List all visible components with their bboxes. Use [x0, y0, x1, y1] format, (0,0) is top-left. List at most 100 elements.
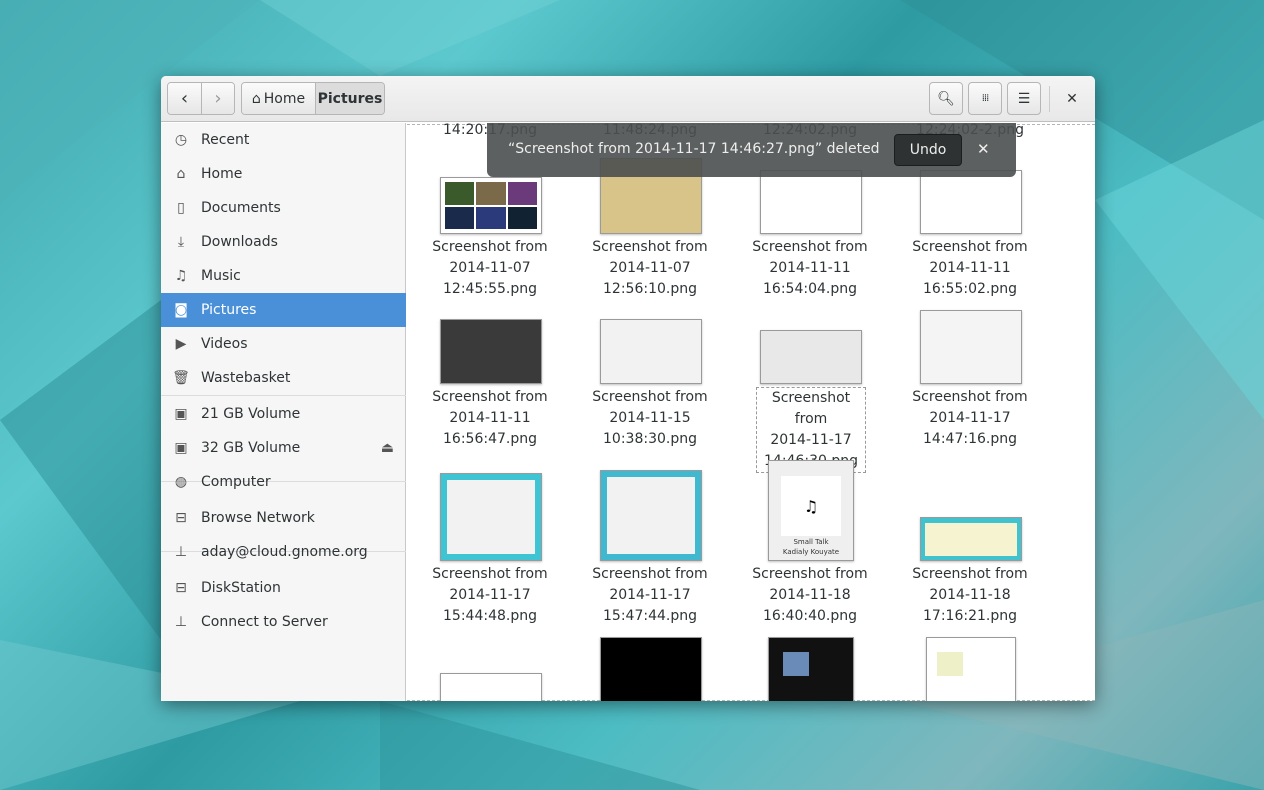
- file-name-line: 16:55:02.png: [923, 281, 1017, 297]
- sidebar-item-label: 21 GB Volume: [201, 406, 301, 422]
- file-item-label[interactable]: Screenshot from 2014-11-18 17:16:21.png: [895, 564, 1045, 627]
- file-item-label[interactable]: Screenshot from 2014-11-07 12:45:55.png: [415, 237, 565, 300]
- file-name-line: 10:38:30.png: [603, 431, 697, 447]
- close-icon: ✕: [1066, 90, 1078, 107]
- breadcrumb-home-label: Home: [263, 90, 306, 107]
- sidebar-item-label: Home: [201, 166, 243, 182]
- file-thumbnail[interactable]: [760, 170, 862, 234]
- sidebar-item-label: Recent: [201, 132, 250, 148]
- 21-gb-volume-icon: ▣: [174, 406, 188, 422]
- sidebar-item-label: Music: [201, 268, 241, 284]
- file-name-line: 2014-11-17: [449, 587, 531, 603]
- wastebasket-icon: 🗑: [172, 370, 190, 386]
- notification-close-button[interactable]: ✕: [977, 140, 990, 158]
- header-separator: [1049, 86, 1050, 112]
- sidebar-item-label: Connect to Server: [201, 614, 328, 630]
- file-name-line: 14:47:16.png: [923, 431, 1017, 447]
- forward-button[interactable]: ›: [201, 83, 234, 114]
- file-item-label[interactable]: Screenshot from 2014-11-11 16:55:02.png: [895, 237, 1045, 300]
- connect-to-server-icon: ⊥: [174, 614, 188, 630]
- sidebar: ◷ Recent ⌂ Home ▯ Documents ⤓ Downloads ♫ Music ◙ P…: [161, 123, 406, 701]
- file-name-line: 16:54:04.png: [763, 281, 857, 297]
- file-item-label[interactable]: Screenshot from 2014-11-17 15:44:48.png: [415, 564, 565, 627]
- search-button[interactable]: 🔍︎: [929, 82, 963, 115]
- file-thumbnail[interactable]: [926, 637, 1016, 701]
- sidebar-item-connect-to-server[interactable]: ⊥ Connect to Server: [161, 605, 406, 639]
- file-name-line: 2014-11-18: [769, 587, 851, 603]
- file-thumbnail[interactable]: [920, 310, 1022, 384]
- sidebar-item-label: 32 GB Volume: [201, 440, 301, 456]
- file-name-line: 12:45:55.png: [443, 281, 537, 297]
- sidebar-item-label: Computer: [201, 474, 271, 490]
- documents-icon: ▯: [177, 200, 185, 216]
- sidebar-item-videos[interactable]: ▶ Videos: [161, 327, 406, 361]
- hamburger-icon: ☰: [1017, 90, 1031, 107]
- deleted-notification: “Screenshot from 2014-11-17 14:46:27.png…: [487, 123, 1016, 177]
- file-thumbnail[interactable]: [600, 319, 702, 384]
- file-thumbnail[interactable]: [768, 637, 854, 701]
- file-name-line: Screenshot from: [432, 389, 548, 405]
- home-icon: ⌂: [251, 90, 261, 107]
- header-bar: ‹ › ⌂ Home Pictures 🔍︎ ⁞⁞⁞ ☰ ✕: [161, 76, 1095, 122]
- file-thumbnail[interactable]: [600, 637, 702, 701]
- view-mode-button[interactable]: ⁞⁞⁞: [968, 82, 1002, 115]
- file-name-line: 2014-11-11: [449, 410, 531, 426]
- sidebar-item-label: Browse Network: [201, 510, 315, 526]
- chevron-right-icon: ›: [214, 88, 222, 109]
- chevron-left-icon: ‹: [180, 88, 189, 109]
- file-item-label[interactable]: Screenshot from 2014-11-11 16:54:04.png: [735, 237, 885, 300]
- file-thumbnail[interactable]: [440, 319, 542, 384]
- breadcrumb-home[interactable]: ⌂ Home: [242, 83, 315, 114]
- file-item-label[interactable]: Screenshot from 2014-11-18 16:40:40.png: [735, 564, 885, 627]
- home-icon: ⌂: [176, 166, 186, 182]
- file-thumbnail[interactable]: [440, 473, 542, 561]
- sidebar-item-music[interactable]: ♫ Music: [161, 259, 406, 293]
- sidebar-item-diskstation[interactable]: ⊟ DiskStation: [161, 571, 406, 605]
- undo-button[interactable]: Undo: [894, 134, 962, 166]
- sidebar-item-32-gb-volume[interactable]: ▣ 32 GB Volume ⏏: [161, 431, 406, 465]
- sidebar-item-wastebasket[interactable]: 🗑 Wastebasket: [161, 361, 406, 395]
- sidebar-item-recent[interactable]: ◷ Recent: [161, 123, 406, 157]
- breadcrumb-pictures[interactable]: Pictures: [314, 83, 384, 114]
- sidebar-item-browse-network[interactable]: ⊟ Browse Network: [161, 501, 406, 535]
- back-button[interactable]: ‹: [168, 83, 201, 114]
- menu-button[interactable]: ☰: [1007, 82, 1041, 115]
- sidebar-item-label: Wastebasket: [201, 370, 291, 386]
- sidebar-item-label: Documents: [201, 200, 281, 216]
- file-thumbnail[interactable]: [440, 673, 542, 701]
- sidebar-item-label: Videos: [201, 336, 248, 352]
- file-item-label[interactable]: Screenshot from 2014-11-15 10:38:30.png: [575, 387, 725, 450]
- sidebar-item-21-gb-volume[interactable]: ▣ 21 GB Volume: [161, 397, 406, 431]
- file-name-line: 16:56:47.png: [443, 431, 537, 447]
- eject-icon[interactable]: ⏏: [381, 440, 394, 456]
- file-thumbnail[interactable]: [920, 170, 1022, 234]
- file-item-label[interactable]: Screenshot from 2014-11-17 15:47:44.png: [575, 564, 725, 627]
- file-name-line: Screenshot from: [432, 566, 548, 582]
- 32-gb-volume-icon: ▣: [174, 440, 188, 456]
- sidebar-item-downloads[interactable]: ⤓ Downloads: [161, 225, 406, 259]
- file-name-line: 2014-11-11: [769, 260, 851, 276]
- sidebar-item-pictures[interactable]: ◙ Pictures: [161, 293, 406, 327]
- file-thumbnail[interactable]: [600, 470, 702, 561]
- file-thumbnail[interactable]: [760, 330, 862, 384]
- sidebar-item-label: Pictures: [201, 302, 257, 318]
- file-thumbnail[interactable]: ♫ Small Talk Kadialy Kouyate: [768, 460, 854, 561]
- file-name-line: Screenshot from: [592, 566, 708, 582]
- file-name-line: 2014-11-15: [609, 410, 691, 426]
- sidebar-item-aday-cloud-gnome-org[interactable]: ⊥ aday@cloud.gnome.org: [161, 535, 406, 569]
- grid-icon: ⁞⁞⁞: [981, 93, 989, 104]
- file-name-line: 2014-11-07: [609, 260, 691, 276]
- file-thumbnail[interactable]: [920, 517, 1022, 561]
- diskstation-icon: ⊟: [175, 580, 187, 596]
- file-thumbnail[interactable]: [440, 177, 542, 234]
- file-item-label[interactable]: Screenshot from 2014-11-07 12:56:10.png: [575, 237, 725, 300]
- downloads-icon: ⤓: [177, 234, 185, 250]
- file-name-line: 17:16:21.png: [923, 608, 1017, 624]
- close-window-button[interactable]: ✕: [1057, 82, 1087, 115]
- file-item-label[interactable]: Screenshot from 2014-11-17 14:47:16.png: [895, 387, 1045, 450]
- sidebar-separator: [161, 395, 406, 396]
- sidebar-item-computer[interactable]: ◍ Computer: [161, 465, 406, 499]
- file-item-label[interactable]: Screenshot from 2014-11-11 16:56:47.png: [415, 387, 565, 450]
- sidebar-item-home[interactable]: ⌂ Home: [161, 157, 406, 191]
- sidebar-item-documents[interactable]: ▯ Documents: [161, 191, 406, 225]
